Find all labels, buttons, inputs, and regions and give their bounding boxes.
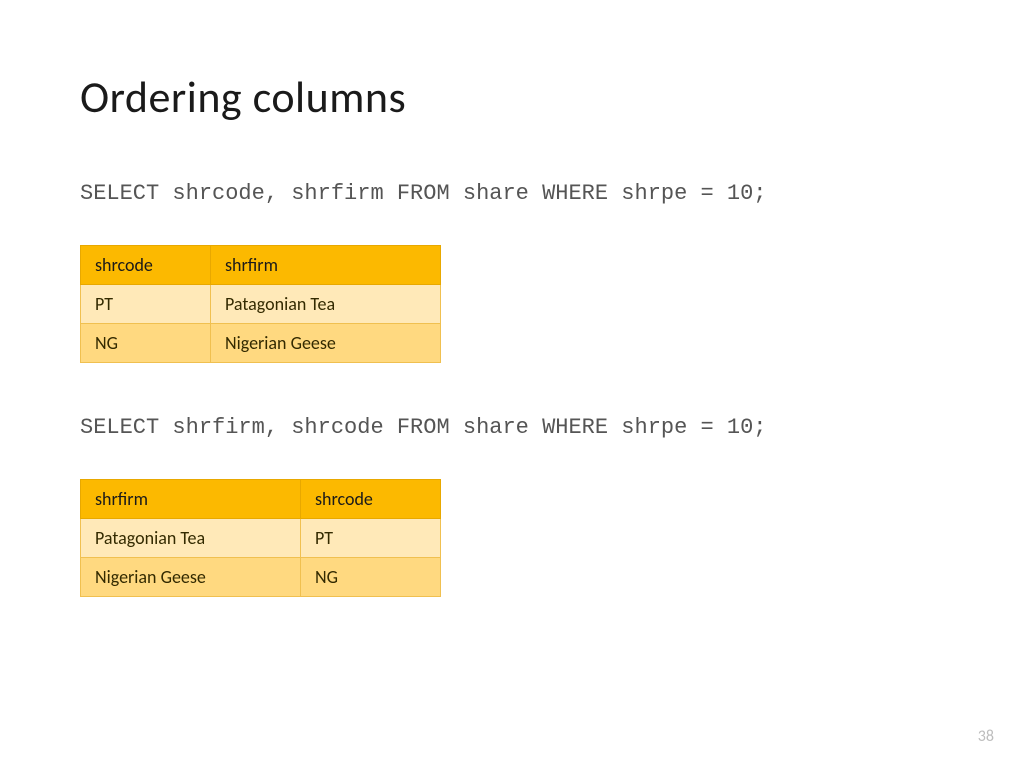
slide: Ordering columns SELECT shrcode, shrfirm… (0, 0, 1024, 597)
table-cell: Nigerian Geese (81, 557, 301, 596)
page-number: 38 (978, 727, 994, 746)
page-title: Ordering columns (80, 70, 944, 124)
col-header: shrcode (301, 479, 441, 518)
table-row: Patagonian Tea PT (81, 518, 441, 557)
table-header-row: shrcode shrfirm (81, 245, 441, 284)
result-table-1: shrcode shrfirm PT Patagonian Tea NG Nig… (80, 245, 441, 363)
table-cell: NG (81, 323, 211, 362)
col-header: shrfirm (211, 245, 441, 284)
table-cell: Patagonian Tea (81, 518, 301, 557)
sql-query-2: SELECT shrfirm, shrcode FROM share WHERE… (80, 413, 944, 444)
table-cell: Nigerian Geese (211, 323, 441, 362)
table-cell: NG (301, 557, 441, 596)
table-cell: PT (81, 284, 211, 323)
table-cell: PT (301, 518, 441, 557)
sql-query-1: SELECT shrcode, shrfirm FROM share WHERE… (80, 179, 944, 210)
result-table-2: shrfirm shrcode Patagonian Tea PT Nigeri… (80, 479, 441, 597)
table-header-row: shrfirm shrcode (81, 479, 441, 518)
table-row: PT Patagonian Tea (81, 284, 441, 323)
table-cell: Patagonian Tea (211, 284, 441, 323)
table-row: NG Nigerian Geese (81, 323, 441, 362)
col-header: shrfirm (81, 479, 301, 518)
col-header: shrcode (81, 245, 211, 284)
table-row: Nigerian Geese NG (81, 557, 441, 596)
